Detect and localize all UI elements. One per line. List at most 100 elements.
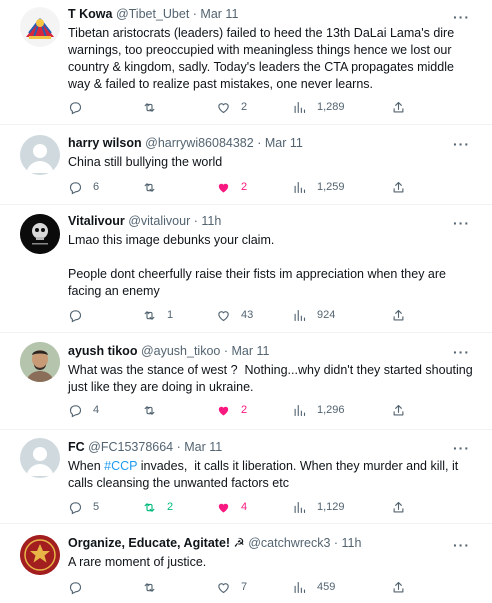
reply-button[interactable]: 4 [68,400,99,420]
retweet-button[interactable]: 1 [142,305,173,325]
share-button[interactable] [391,97,406,117]
default-avatar-icon [26,447,54,476]
retweet-button[interactable] [142,97,167,117]
display-name[interactable]: harry wilson [68,136,142,150]
tweet-header: FC @FC15378664 · Mar 11 [68,439,476,456]
reply-icon [69,309,82,322]
share-icon [393,581,404,592]
handle[interactable]: @vitalivour [128,214,190,228]
display-name[interactable]: FC [68,440,85,454]
share-button[interactable] [391,400,406,420]
handle[interactable]: @harrywi86084382 [145,136,254,150]
like-button[interactable]: 4 [216,497,247,517]
share-button[interactable] [391,577,406,597]
retweet-icon [144,582,155,592]
more-options-icon[interactable]: ··· [453,538,470,552]
tweet-text: What was the stance of west ? Nothing...… [68,363,477,394]
reply-button[interactable] [68,97,93,117]
retweet-active-icon [144,502,155,512]
timestamp[interactable]: Mar 11 [184,440,222,454]
share-icon [393,101,404,112]
more-options-icon[interactable]: ··· [453,137,470,151]
display-name[interactable]: Vitalivour [68,214,125,228]
handle[interactable]: @catchwreck3 [248,536,330,550]
avatar[interactable] [20,535,60,575]
like-count: 43 [241,309,254,321]
separator: · [189,7,201,21]
tweet[interactable]: Vitalivour @vitalivour · 11h Lmao this i… [0,205,492,333]
retweet-button[interactable] [142,577,167,597]
views-button[interactable]: 1,289 [292,97,345,117]
like-button[interactable]: 2 [216,97,247,117]
tweet-header: Vitalivour @vitalivour · 11h [68,213,476,230]
skull-avatar-icon [20,214,60,254]
more-options-icon[interactable]: ··· [453,441,470,455]
views-button[interactable]: 924 [292,305,335,325]
separator: · [330,536,342,550]
reply-button[interactable]: 6 [68,177,99,197]
tweet[interactable]: FC @FC15378664 · Mar 11 When #CCP invade… [0,430,492,524]
avatar[interactable] [20,214,60,254]
like-count: 4 [241,501,248,513]
timestamp[interactable]: 11h [201,214,221,228]
reply-button[interactable]: 5 [68,497,99,517]
like-button[interactable]: 2 [216,177,247,197]
like-button[interactable]: 43 [216,305,253,325]
handle[interactable]: @Tibet_Ubet [116,7,189,21]
avatar[interactable] [20,438,60,478]
avatar[interactable] [20,7,60,47]
like-count: 7 [241,581,248,593]
display-name[interactable]: T Kowa [68,7,112,21]
hashtag-link[interactable]: #CCP [104,459,137,473]
share-icon [393,181,404,192]
retweet-button[interactable] [142,177,167,197]
tweet-text-start: When [68,459,105,473]
reply-button[interactable] [68,305,93,325]
avatar[interactable] [20,342,60,382]
red-emblem-avatar-icon [20,535,60,575]
views-button[interactable]: 1,259 [292,177,345,197]
heart-filled-icon [218,406,229,415]
retweet-button[interactable] [142,400,167,420]
display-name[interactable]: Organize, Educate, Agitate! ☭ [68,536,245,550]
handle[interactable]: @FC15378664 [88,440,173,454]
like-button[interactable]: 2 [216,400,247,420]
like-button[interactable]: 7 [216,577,247,597]
timestamp[interactable]: 11h [342,536,362,550]
view-count: 924 [317,309,336,321]
tweet-header: T Kowa @Tibet_Ubet · Mar 11 [68,6,476,23]
tweet[interactable]: harry wilson @harrywi86084382 · Mar 11 C… [0,125,492,205]
views-button[interactable]: 459 [292,577,335,597]
retweet-count: 1 [167,309,174,321]
view-count: 1,289 [317,101,345,113]
share-button[interactable] [391,497,406,517]
view-count: 1,296 [317,404,345,416]
display-name[interactable]: ayush tikoo [68,344,137,358]
view-count: 1,129 [317,501,345,513]
views-button[interactable]: 1,296 [292,400,345,420]
views-button[interactable]: 1,129 [292,497,345,517]
views-chart-icon [294,101,306,113]
views-chart-icon [294,181,306,193]
more-options-icon[interactable]: ··· [453,345,470,359]
like-count: 2 [241,101,248,113]
more-options-icon[interactable]: ··· [453,10,470,24]
timestamp[interactable]: Mar 11 [265,136,303,150]
more-options-icon[interactable]: ··· [453,216,470,230]
retweet-icon [144,182,155,192]
timestamp[interactable]: Mar 11 [231,344,269,358]
reply-icon [69,101,82,114]
tweet[interactable]: ayush tikoo @ayush_tikoo · Mar 11 What w… [0,333,492,430]
reply-button[interactable] [68,577,93,597]
reply-icon [69,181,82,194]
tweet[interactable]: Organize, Educate, Agitate! ☭ @catchwrec… [0,524,492,603]
separator: · [253,136,265,150]
tweet[interactable]: T Kowa @Tibet_Ubet · Mar 11 Tibetan aris… [0,0,492,125]
view-count: 459 [317,581,336,593]
share-button[interactable] [391,305,406,325]
handle[interactable]: @ayush_tikoo [141,344,220,358]
avatar[interactable] [20,135,60,175]
timestamp[interactable]: Mar 11 [200,7,238,21]
retweet-button[interactable]: 2 [142,497,173,517]
share-button[interactable] [391,177,406,197]
